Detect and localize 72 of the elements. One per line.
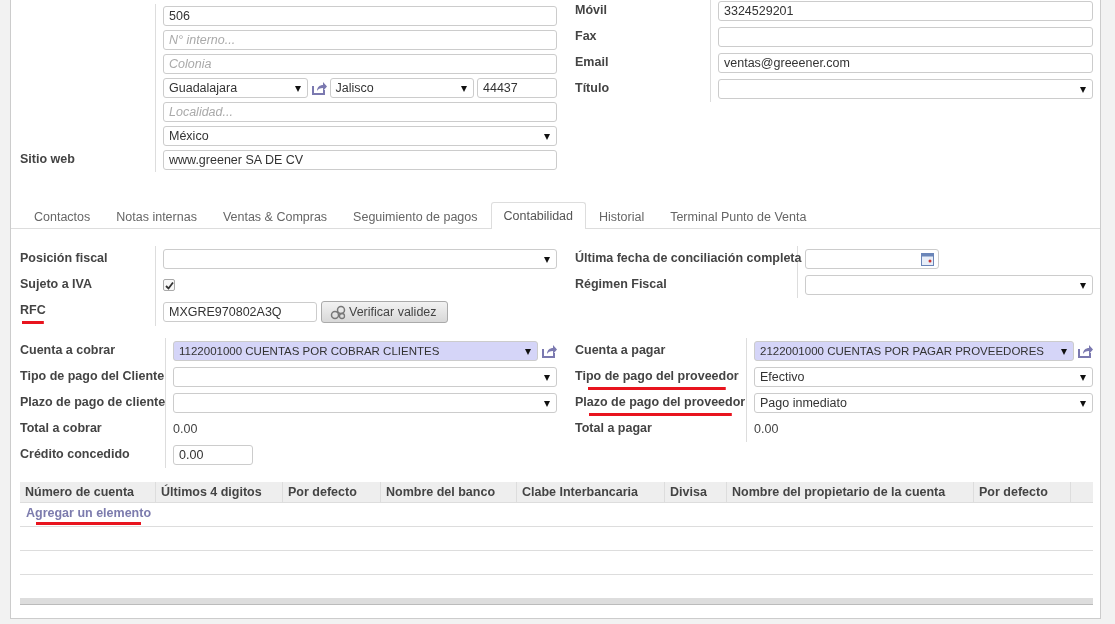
field-label: Sitio web: [20, 151, 75, 168]
field-value: 0.00: [754, 421, 779, 438]
text-field[interactable]: Localidad...: [163, 102, 557, 122]
field-label: Móvil: [575, 2, 607, 19]
dropdown[interactable]: México: [163, 126, 557, 146]
add-item-link[interactable]: Agregar un elemento: [26, 506, 152, 525]
text-field[interactable]: 3324529201: [718, 1, 1093, 21]
verify-button[interactable]: Verificar validez: [321, 301, 448, 323]
column-header: Divisa: [665, 482, 727, 502]
text-field[interactable]: ventas@greeener.com: [718, 53, 1093, 73]
column-header: Últimos 4 digitos: [156, 482, 283, 502]
dropdown[interactable]: Guadalajara: [163, 78, 308, 98]
text-field[interactable]: www.greener SA DE CV: [163, 150, 557, 170]
column-header: Por defecto: [974, 482, 1071, 502]
tab[interactable]: Seguimiento de pagos: [340, 204, 491, 229]
caret-icon: [544, 257, 550, 263]
text-field[interactable]: 0.00: [173, 445, 253, 465]
text-field[interactable]: [718, 27, 1093, 47]
field-label: Total a cobrar: [20, 420, 102, 437]
caret-icon: [1080, 375, 1086, 381]
calendar-icon[interactable]: [921, 252, 934, 266]
dropdown[interactable]: 1122001000 CUENTAS POR COBRAR CLIENTES: [173, 341, 538, 361]
text-field[interactable]: Colonia: [163, 54, 557, 74]
gears-icon: [330, 304, 347, 320]
caret-icon: [544, 375, 550, 381]
column-header: Nombre del propietario de la cuenta: [727, 482, 974, 502]
dropdown[interactable]: 2122001000 CUENTAS POR PAGAR PROVEEDORES: [754, 341, 1074, 361]
field-label: Cuenta a pagar: [575, 342, 666, 359]
tab[interactable]: Ventas & Compras: [209, 204, 341, 229]
caret-icon: [1080, 283, 1086, 289]
tab[interactable]: Historial: [586, 204, 658, 229]
date-field[interactable]: [805, 249, 939, 269]
field-label: Total a pagar: [575, 420, 652, 437]
caret-icon: [1061, 349, 1067, 355]
field-label: Email: [575, 54, 609, 71]
tab[interactable]: Contabilidad: [490, 202, 586, 229]
field-label: Posición fiscal: [20, 250, 108, 267]
field-label: Crédito concedido: [20, 446, 130, 463]
dropdown[interactable]: Pago inmediato: [754, 393, 1093, 413]
caret-icon: [544, 401, 550, 407]
tab[interactable]: Terminal Punto de Venta: [657, 204, 820, 229]
checkbox[interactable]: [163, 279, 175, 291]
tab[interactable]: Notas internas: [103, 204, 210, 229]
text-field[interactable]: 44437: [477, 78, 557, 98]
tab[interactable]: Contactos: [21, 204, 104, 229]
field-label: Sujeto a IVA: [20, 276, 92, 293]
field-label: Título: [575, 80, 609, 97]
text-field[interactable]: 506: [163, 6, 557, 26]
caret-icon: [1080, 401, 1086, 407]
column-header: Por defecto: [283, 482, 381, 502]
external-link-icon[interactable]: [1077, 344, 1093, 358]
column-header: Nombre del banco: [381, 482, 517, 502]
field-label: Tipo de pago del Cliente: [20, 368, 165, 385]
caret-icon: [525, 349, 531, 355]
field-label: Fax: [575, 28, 597, 45]
dropdown[interactable]: Jalisco: [329, 78, 474, 98]
column-header: Número de cuenta: [20, 482, 156, 502]
text-field[interactable]: MXGRE970802A3Q: [163, 302, 317, 322]
dropdown[interactable]: Efectivo: [754, 367, 1093, 387]
field-label: Última fecha de conciliación completa: [575, 249, 802, 267]
external-link-icon[interactable]: [310, 81, 327, 95]
field-label: Cuenta a cobrar: [20, 342, 116, 359]
caret-icon: [294, 86, 301, 92]
column-header: Clabe Interbancaria: [517, 482, 665, 502]
field-label: Régimen Fiscal: [575, 276, 667, 293]
text-field[interactable]: N° interno...: [163, 30, 557, 50]
caret-icon: [461, 86, 467, 92]
caret-icon: [1080, 87, 1086, 93]
field-label: Plazo de pago de cliente: [20, 394, 166, 411]
external-link-icon[interactable]: [541, 344, 557, 358]
caret-icon: [544, 134, 550, 140]
field-value: 0.00: [173, 421, 198, 438]
